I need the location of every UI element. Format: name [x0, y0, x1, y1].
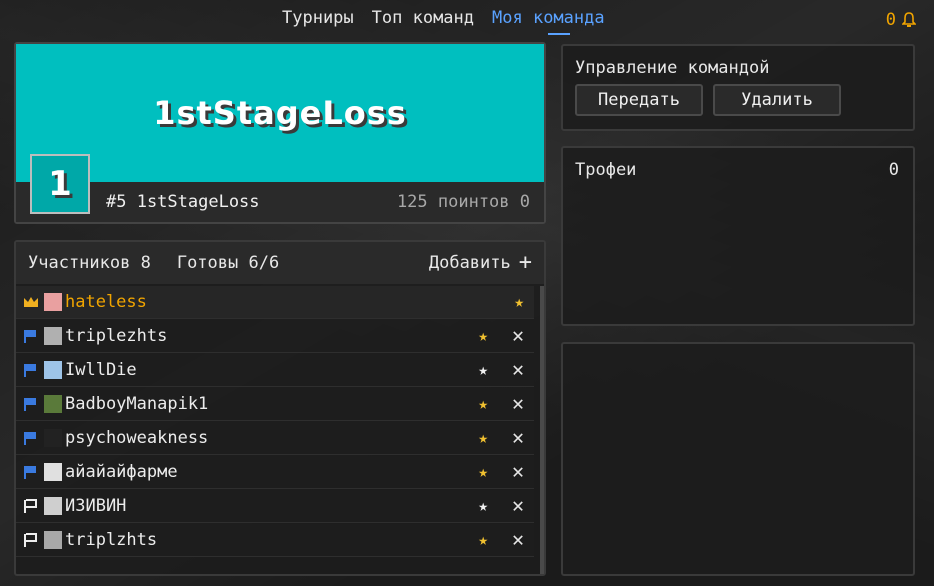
empty-panel: [561, 342, 915, 576]
star-icon[interactable]: ★: [478, 394, 488, 413]
star-icon[interactable]: ★: [478, 496, 488, 515]
white-flag-icon: [24, 499, 37, 513]
remove-member-icon[interactable]: ✕: [512, 357, 524, 381]
trophies-title: Трофеи: [575, 160, 637, 180]
avatar: [44, 293, 62, 311]
add-member-label: Добавить: [428, 253, 511, 273]
avatar: [44, 327, 62, 345]
avatar: [44, 497, 62, 515]
remove-member-icon[interactable]: ✕: [512, 425, 524, 449]
crown-icon: [24, 297, 38, 307]
remove-member-icon[interactable]: ✕: [512, 527, 524, 551]
member-name: ИЗИВИН: [65, 496, 127, 516]
avatar: [44, 395, 62, 413]
tab-top-teams[interactable]: Топ команд: [372, 8, 474, 32]
member-name: IwllDie: [65, 360, 137, 380]
blue-flag-icon: [24, 330, 36, 343]
avatar: [44, 361, 62, 379]
avatar: [44, 463, 62, 481]
top-nav: Турниры Топ команд Моя команда: [282, 8, 605, 35]
star-icon[interactable]: ★: [478, 462, 488, 481]
add-member-button[interactable]: Добавить +: [429, 252, 532, 274]
members-list: hateless ★ triplezhts ★ ✕ IwllDie ★ ✕ BadboyMana…: [16, 286, 534, 558]
star-icon[interactable]: ★: [478, 360, 488, 379]
member-row[interactable]: psychoweakness ★ ✕: [16, 422, 534, 455]
team-management-panel: Управление командой Передать Удалить: [561, 44, 915, 131]
member-row[interactable]: hateless ★: [16, 286, 534, 319]
member-name: hateless: [65, 292, 147, 312]
team-banner-name: 1stStageLoss: [153, 94, 407, 132]
team-card: 1stStageLoss #5 1stStageLoss 125 поинтов…: [14, 42, 546, 224]
plus-icon: +: [518, 250, 532, 275]
trophies-count: 0: [888, 160, 899, 180]
members-header: Участников 8 Готовы 6/6 Добавить +: [16, 242, 544, 284]
team-points: 125 поинтов 0: [396, 192, 530, 212]
star-icon[interactable]: ★: [478, 530, 488, 549]
avatar: [44, 429, 62, 447]
member-name: psychoweakness: [65, 428, 209, 448]
remove-member-icon[interactable]: ✕: [512, 493, 524, 517]
notifications-count: 0: [885, 10, 896, 30]
team-rank: #5 1stStageLoss: [106, 192, 260, 212]
team-banner: 1stStageLoss: [16, 44, 544, 182]
notifications[interactable]: 0: [886, 10, 916, 30]
member-row[interactable]: BadboyManapik1 ★ ✕: [16, 388, 534, 421]
transfer-button[interactable]: Передать: [575, 84, 703, 116]
member-row[interactable]: ИЗИВИН ★ ✕: [16, 490, 534, 523]
star-icon[interactable]: ★: [478, 428, 488, 447]
remove-member-icon[interactable]: ✕: [512, 459, 524, 483]
blue-flag-icon: [24, 364, 36, 377]
blue-flag-icon: [24, 398, 36, 411]
delete-button[interactable]: Удалить: [713, 84, 841, 116]
tab-tournaments[interactable]: Турниры: [282, 8, 354, 32]
trophies-panel: Трофеи 0: [561, 146, 915, 326]
star-icon[interactable]: ★: [478, 326, 488, 345]
blue-flag-icon: [24, 466, 36, 479]
member-name: айайайфарме: [65, 462, 178, 482]
remove-member-icon[interactable]: ✕: [512, 391, 524, 415]
member-name: BadboyManapik1: [65, 394, 209, 414]
tab-my-team[interactable]: Моя команда: [492, 8, 605, 35]
member-row[interactable]: IwllDie ★ ✕: [16, 354, 534, 387]
team-footer: #5 1stStageLoss 125 поинтов 0: [16, 182, 544, 222]
white-flag-icon: [24, 533, 37, 547]
members-scrollbar[interactable]: [540, 286, 544, 574]
member-name: triplezhts: [65, 326, 168, 346]
members-count: Участников 8: [28, 253, 151, 273]
star-icon[interactable]: ★: [514, 292, 524, 311]
members-panel: Участников 8 Готовы 6/6 Добавить + hatel…: [14, 240, 546, 576]
bell-icon: [902, 12, 916, 27]
members-ready: Готовы 6/6: [176, 253, 280, 273]
blue-flag-icon: [24, 432, 36, 445]
member-row[interactable]: айайайфарме ★ ✕: [16, 456, 534, 489]
member-row[interactable]: triplzhts ★ ✕: [16, 524, 534, 557]
team-management-title: Управление командой: [575, 58, 770, 78]
avatar: [44, 531, 62, 549]
member-name: triplzhts: [65, 530, 158, 550]
remove-member-icon[interactable]: ✕: [512, 323, 524, 347]
member-row[interactable]: triplezhts ★ ✕: [16, 320, 534, 353]
team-badge: 1: [30, 154, 90, 214]
